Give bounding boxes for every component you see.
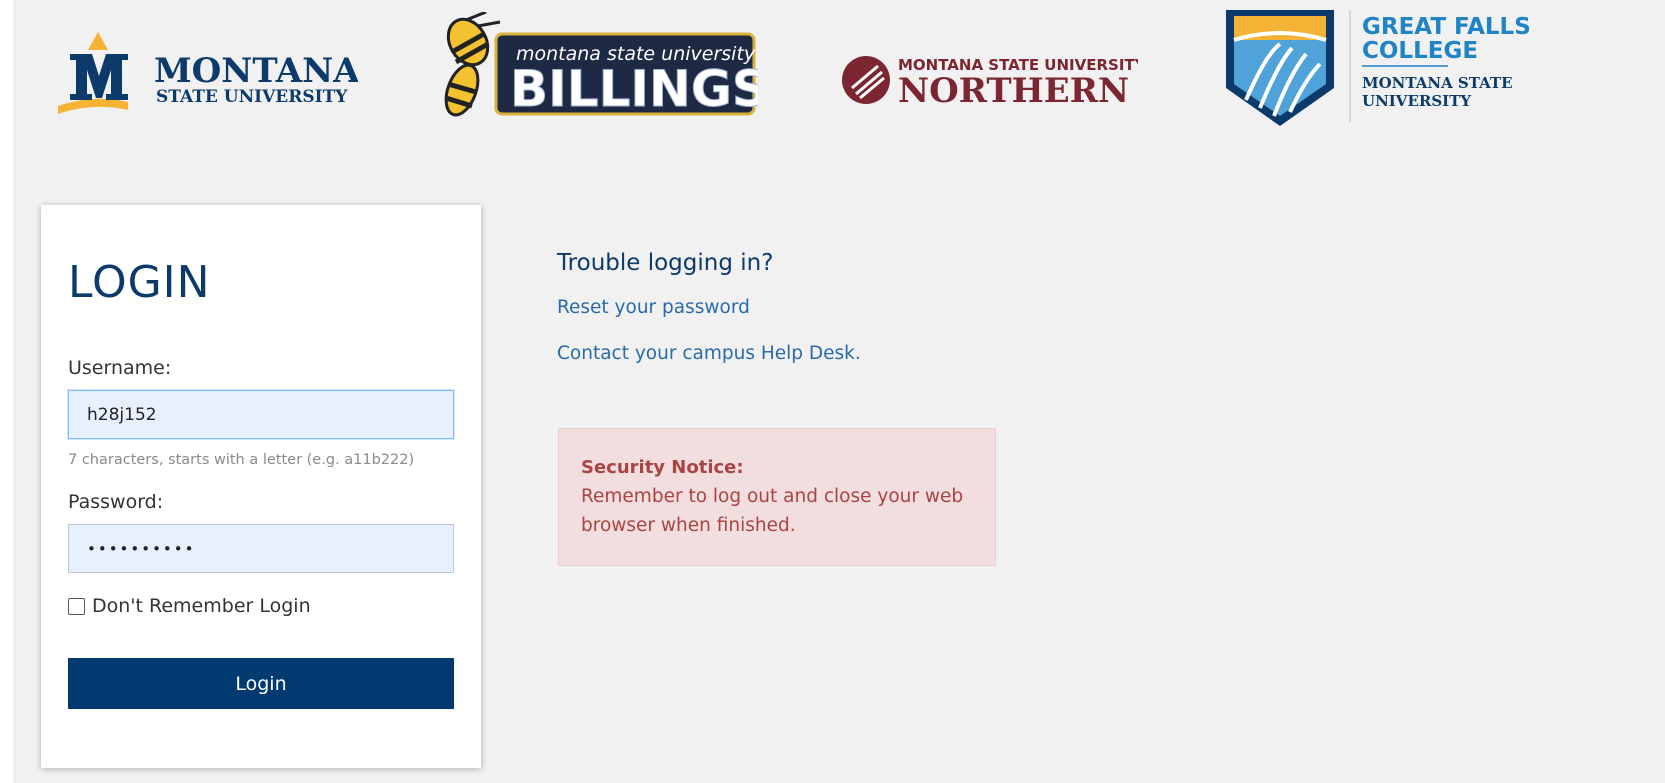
great-falls-college-logo[interactable]: GREAT FALLS COLLEGE MONTANA STATE UNIVER…: [1226, 4, 1556, 132]
svg-text:UNIVERSITY: UNIVERSITY: [1362, 92, 1471, 110]
password-label: Password:: [68, 491, 164, 513]
reset-password-link[interactable]: Reset your password: [557, 297, 750, 318]
username-input[interactable]: [68, 390, 454, 439]
security-notice-body: Remember to log out and close your web b…: [581, 486, 964, 536]
login-button[interactable]: Login: [68, 658, 454, 709]
svg-text:GREAT FALLS: GREAT FALLS: [1362, 14, 1531, 40]
password-input[interactable]: [68, 524, 454, 573]
login-title: LOGIN: [68, 257, 211, 308]
svg-text:BILLINGS: BILLINGS: [510, 60, 758, 118]
username-hint: 7 characters, starts with a letter (e.g.…: [68, 452, 415, 468]
left-edge-strip: [0, 0, 13, 783]
svg-text:MONTANA STATE: MONTANA STATE: [1362, 74, 1513, 92]
svg-text:COLLEGE: COLLEGE: [1362, 38, 1478, 64]
checkbox-icon[interactable]: [68, 597, 85, 615]
msu-northern-logo[interactable]: MONTANA STATE UNIVERSITY NORTHERN: [838, 48, 1138, 108]
security-notice-title: Security Notice:: [581, 457, 744, 478]
msu-billings-logo[interactable]: montana state university BILLINGS: [438, 12, 758, 120]
dont-remember-login-label: Don't Remember Login: [92, 595, 311, 617]
dont-remember-login-checkbox[interactable]: Don't Remember Login: [68, 595, 311, 617]
username-label: Username:: [68, 357, 172, 379]
trouble-logging-in-heading: Trouble logging in?: [557, 250, 774, 276]
security-notice: Security Notice: Remember to log out and…: [558, 428, 996, 566]
svg-text:NORTHERN: NORTHERN: [898, 71, 1129, 108]
contact-help-desk-link[interactable]: Contact your campus Help Desk.: [557, 343, 861, 364]
montana-state-university-logo[interactable]: MONTANA STATE UNIVERSITY: [58, 32, 358, 114]
svg-text:MONTANA: MONTANA: [154, 51, 358, 91]
svg-text:STATE UNIVERSITY: STATE UNIVERSITY: [156, 87, 348, 107]
login-card: LOGIN Username: 7 characters, starts wit…: [41, 205, 481, 768]
